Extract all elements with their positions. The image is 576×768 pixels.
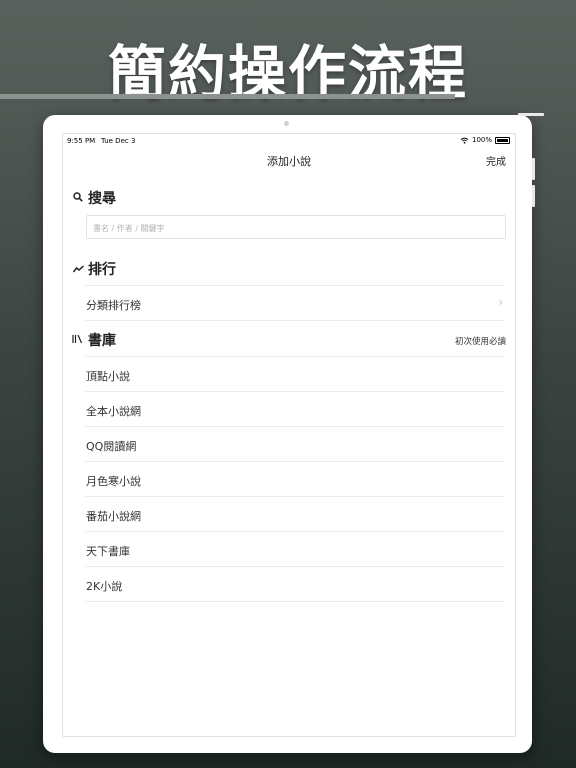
library-item[interactable]: 2K小說 bbox=[85, 567, 505, 602]
search-section-header: 搜尋 bbox=[72, 189, 116, 207]
done-button[interactable]: 完成 bbox=[486, 153, 506, 168]
ranking-item-category[interactable]: 分類排行榜 › bbox=[85, 286, 505, 321]
status-time: 9:55 PM bbox=[67, 137, 96, 145]
ranking-item-label: 分類排行榜 bbox=[86, 299, 141, 312]
library-item[interactable]: 月色寒小說 bbox=[85, 462, 505, 497]
ranking-section-header: 排行 bbox=[72, 260, 116, 278]
status-date: Tue Dec 3 bbox=[101, 137, 136, 145]
library-item-label: 2K小說 bbox=[86, 580, 123, 593]
library-item-label: 月色寒小說 bbox=[86, 475, 141, 488]
ranking-section-title: 排行 bbox=[88, 262, 116, 278]
library-item-label: 天下書庫 bbox=[86, 545, 130, 558]
search-input[interactable] bbox=[87, 217, 505, 240]
volume-down-button bbox=[532, 185, 535, 207]
app-screen: 9:55 PM Tue Dec 3 100% 添加小說 完成 搜尋 書名 / 作… bbox=[62, 133, 516, 737]
library-item[interactable]: 頂點小說 bbox=[85, 357, 505, 392]
status-right: 100% bbox=[460, 136, 510, 144]
nav-bar: 添加小說 完成 bbox=[63, 151, 515, 171]
library-item-label: 全本小說網 bbox=[86, 405, 141, 418]
library-item[interactable]: QQ閱讀網 bbox=[85, 427, 505, 462]
library-section-title: 書庫 bbox=[88, 333, 116, 349]
search-icon bbox=[72, 191, 84, 205]
volume-up-button bbox=[532, 158, 535, 180]
library-section-header: 書庫 bbox=[72, 331, 116, 349]
library-item[interactable]: 番茄小說網 bbox=[85, 497, 505, 532]
library-icon bbox=[72, 334, 84, 347]
library-item[interactable]: 全本小說網 bbox=[85, 392, 505, 427]
tablet-frame: 9:55 PM Tue Dec 3 100% 添加小說 完成 搜尋 書名 / 作… bbox=[43, 113, 544, 753]
page-title: 添加小說 bbox=[267, 155, 311, 168]
battery-icon bbox=[495, 136, 510, 144]
status-bar: 9:55 PM Tue Dec 3 100% bbox=[63, 134, 515, 147]
battery-percent: 100% bbox=[471, 136, 492, 144]
power-button bbox=[518, 113, 544, 116]
camera-dot bbox=[284, 121, 289, 126]
headline-underline bbox=[0, 94, 455, 99]
first-use-guide-link[interactable]: 初次使用必讀 bbox=[455, 335, 506, 347]
library-item-label: QQ閱讀網 bbox=[86, 440, 137, 453]
trend-icon bbox=[72, 263, 84, 276]
search-section-title: 搜尋 bbox=[88, 191, 116, 207]
library-item-label: 頂點小說 bbox=[86, 370, 130, 383]
chevron-right-icon: › bbox=[498, 295, 503, 309]
library-item-label: 番茄小說網 bbox=[86, 510, 141, 523]
search-field[interactable] bbox=[86, 215, 506, 240]
wifi-icon bbox=[460, 137, 469, 144]
library-item[interactable]: 天下書庫 bbox=[85, 532, 505, 567]
